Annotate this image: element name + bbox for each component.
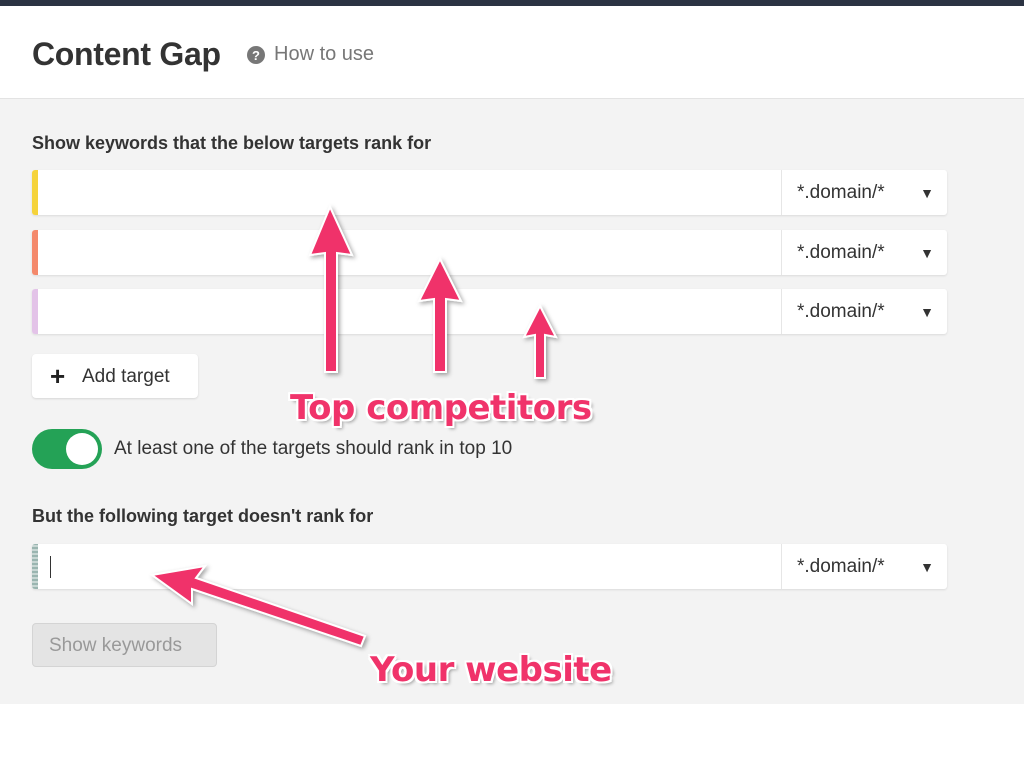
target-input-2[interactable]	[38, 230, 780, 275]
targets-section-label: Show keywords that the below targets ran…	[32, 133, 432, 153]
target-mode-value: *.domain/*	[797, 242, 885, 263]
top10-toggle[interactable]	[32, 429, 102, 469]
show-keywords-button[interactable]: Show keywords	[32, 623, 217, 667]
toggle-knob	[66, 433, 98, 465]
plus-icon: +	[50, 361, 66, 391]
target-mode-select-1[interactable]: *.domain/* ▼	[781, 170, 948, 215]
target-mode-value: *.domain/*	[797, 182, 885, 203]
help-icon[interactable]: ?	[247, 46, 265, 64]
dropdown-arrow-icon: ▼	[920, 245, 934, 261]
top10-toggle-label: At least one of the targets should rank …	[114, 438, 513, 459]
add-target-button[interactable]: + Add target	[32, 354, 198, 398]
how-to-use-link[interactable]: How to use	[274, 43, 374, 66]
exclude-section-label: But the following target doesn't rank fo…	[32, 506, 374, 526]
target-row-3: *.domain/* ▼	[32, 289, 947, 334]
target-mode-value: *.domain/*	[797, 301, 885, 322]
page-title: Content Gap	[32, 36, 221, 72]
target-row-1: *.domain/* ▼	[32, 170, 947, 215]
show-keywords-label: Show keywords	[49, 635, 183, 656]
top-competitors-annotation: Top competitors	[290, 388, 592, 428]
dropdown-arrow-icon: ▼	[920, 559, 934, 575]
dropdown-arrow-icon: ▼	[920, 185, 934, 201]
page-header: Content Gap ? How to use	[0, 6, 1024, 99]
add-target-label: Add target	[82, 366, 170, 387]
target-input-1[interactable]	[38, 170, 780, 215]
target-input-3[interactable]	[38, 289, 780, 334]
target-mode-select-2[interactable]: *.domain/* ▼	[781, 230, 948, 275]
your-website-annotation: Your website	[370, 650, 612, 690]
dropdown-arrow-icon: ▼	[920, 304, 934, 320]
target-mode-select-3[interactable]: *.domain/* ▼	[781, 289, 948, 334]
target-row-2: *.domain/* ▼	[32, 230, 947, 275]
target-mode-value: *.domain/*	[797, 556, 885, 577]
your-target-row: *.domain/* ▼	[32, 544, 947, 589]
your-target-mode-select[interactable]: *.domain/* ▼	[781, 544, 948, 589]
your-target-input[interactable]	[38, 544, 780, 589]
text-cursor	[50, 556, 51, 578]
